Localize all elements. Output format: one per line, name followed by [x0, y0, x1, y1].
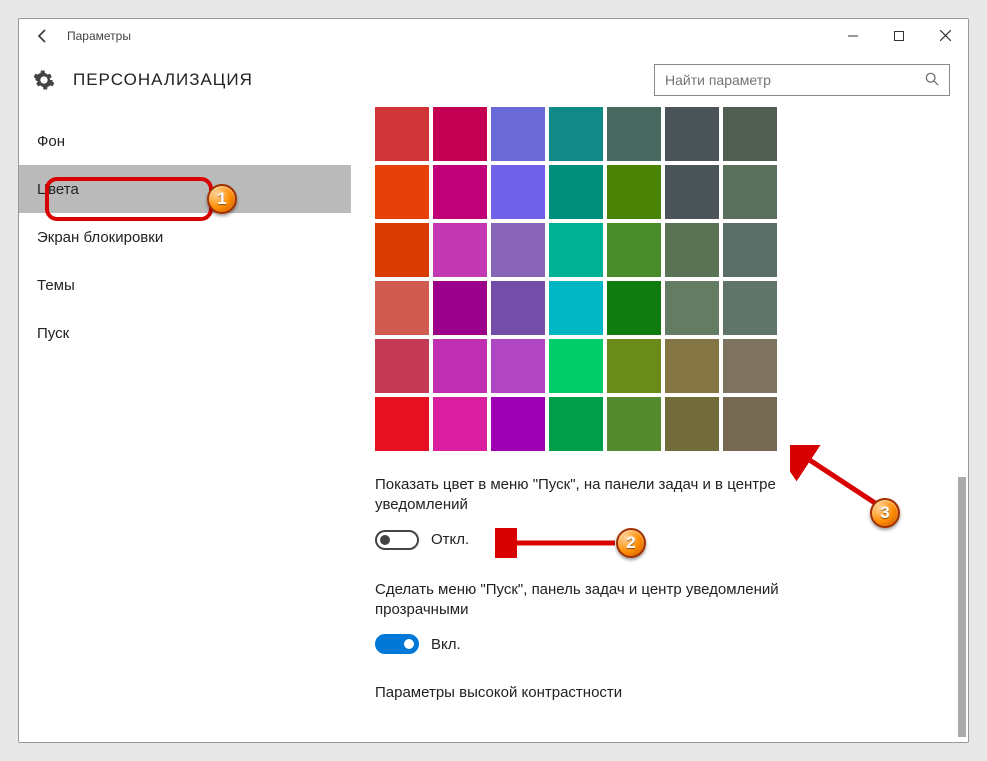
- color-swatch[interactable]: [723, 223, 777, 277]
- transparency-toggle[interactable]: [375, 634, 419, 654]
- sidebar-item-4[interactable]: Пуск: [19, 309, 351, 357]
- show-color-label: Показать цвет в меню "Пуск", на панели з…: [375, 475, 795, 516]
- color-swatch[interactable]: [607, 339, 661, 393]
- color-swatch[interactable]: [665, 223, 719, 277]
- color-swatch[interactable]: [723, 165, 777, 219]
- color-swatch[interactable]: [433, 339, 487, 393]
- back-button[interactable]: [19, 19, 67, 52]
- color-swatch[interactable]: [607, 107, 661, 161]
- titlebar: Параметры: [19, 19, 968, 53]
- color-swatch[interactable]: [433, 165, 487, 219]
- color-swatch[interactable]: [375, 339, 429, 393]
- color-swatch[interactable]: [375, 165, 429, 219]
- color-swatch[interactable]: [433, 223, 487, 277]
- settings-window: Параметры ПЕРСОНАЛИЗАЦИЯ ФонЦветаЭкран б…: [18, 18, 969, 743]
- color-swatch[interactable]: [491, 223, 545, 277]
- search-input[interactable]: [665, 72, 925, 88]
- sidebar-item-1[interactable]: Цвета: [19, 165, 351, 213]
- transparency-label: Сделать меню "Пуск", панель задач и цент…: [375, 580, 795, 621]
- sidebar: ФонЦветаЭкран блокировкиТемыПуск: [19, 107, 351, 742]
- color-swatch[interactable]: [665, 339, 719, 393]
- color-swatch[interactable]: [491, 107, 545, 161]
- color-swatch[interactable]: [723, 339, 777, 393]
- color-swatch[interactable]: [665, 281, 719, 335]
- color-swatch[interactable]: [723, 397, 777, 451]
- color-swatch[interactable]: [665, 107, 719, 161]
- show-color-state: Откл.: [431, 531, 469, 548]
- color-swatch[interactable]: [549, 107, 603, 161]
- search-icon: [925, 72, 939, 89]
- search-box[interactable]: [654, 64, 950, 96]
- color-palette: [375, 107, 944, 451]
- color-swatch[interactable]: [375, 281, 429, 335]
- scrollbar[interactable]: [954, 107, 968, 742]
- color-swatch[interactable]: [375, 397, 429, 451]
- high-contrast-link[interactable]: Параметры высокой контрастности: [375, 684, 944, 701]
- color-swatch[interactable]: [433, 107, 487, 161]
- color-swatch[interactable]: [665, 165, 719, 219]
- color-swatch[interactable]: [607, 281, 661, 335]
- color-swatch[interactable]: [723, 107, 777, 161]
- page-header: ПЕРСОНАЛИЗАЦИЯ: [19, 53, 968, 107]
- show-color-toggle[interactable]: [375, 530, 419, 550]
- color-swatch[interactable]: [607, 397, 661, 451]
- color-swatch[interactable]: [491, 165, 545, 219]
- scroll-thumb[interactable]: [958, 477, 966, 737]
- gear-icon: [31, 67, 57, 93]
- color-swatch[interactable]: [375, 107, 429, 161]
- color-swatch[interactable]: [491, 339, 545, 393]
- color-swatch[interactable]: [491, 281, 545, 335]
- color-swatch[interactable]: [723, 281, 777, 335]
- window-title: Параметры: [67, 29, 131, 43]
- sidebar-item-0[interactable]: Фон: [19, 117, 351, 165]
- content-pane: Показать цвет в меню "Пуск", на панели з…: [351, 107, 968, 742]
- color-swatch[interactable]: [549, 339, 603, 393]
- sidebar-item-2[interactable]: Экран блокировки: [19, 213, 351, 261]
- maximize-button[interactable]: [876, 19, 922, 52]
- color-swatch[interactable]: [549, 397, 603, 451]
- color-swatch[interactable]: [491, 397, 545, 451]
- transparency-state: Вкл.: [431, 636, 461, 653]
- color-swatch[interactable]: [549, 281, 603, 335]
- color-swatch[interactable]: [433, 281, 487, 335]
- color-swatch[interactable]: [549, 223, 603, 277]
- page-title: ПЕРСОНАЛИЗАЦИЯ: [73, 70, 654, 90]
- minimize-button[interactable]: [830, 19, 876, 52]
- color-swatch[interactable]: [607, 165, 661, 219]
- sidebar-item-3[interactable]: Темы: [19, 261, 351, 309]
- close-button[interactable]: [922, 19, 968, 52]
- color-swatch[interactable]: [433, 397, 487, 451]
- color-swatch[interactable]: [665, 397, 719, 451]
- color-swatch[interactable]: [549, 165, 603, 219]
- color-swatch[interactable]: [375, 223, 429, 277]
- color-swatch[interactable]: [607, 223, 661, 277]
